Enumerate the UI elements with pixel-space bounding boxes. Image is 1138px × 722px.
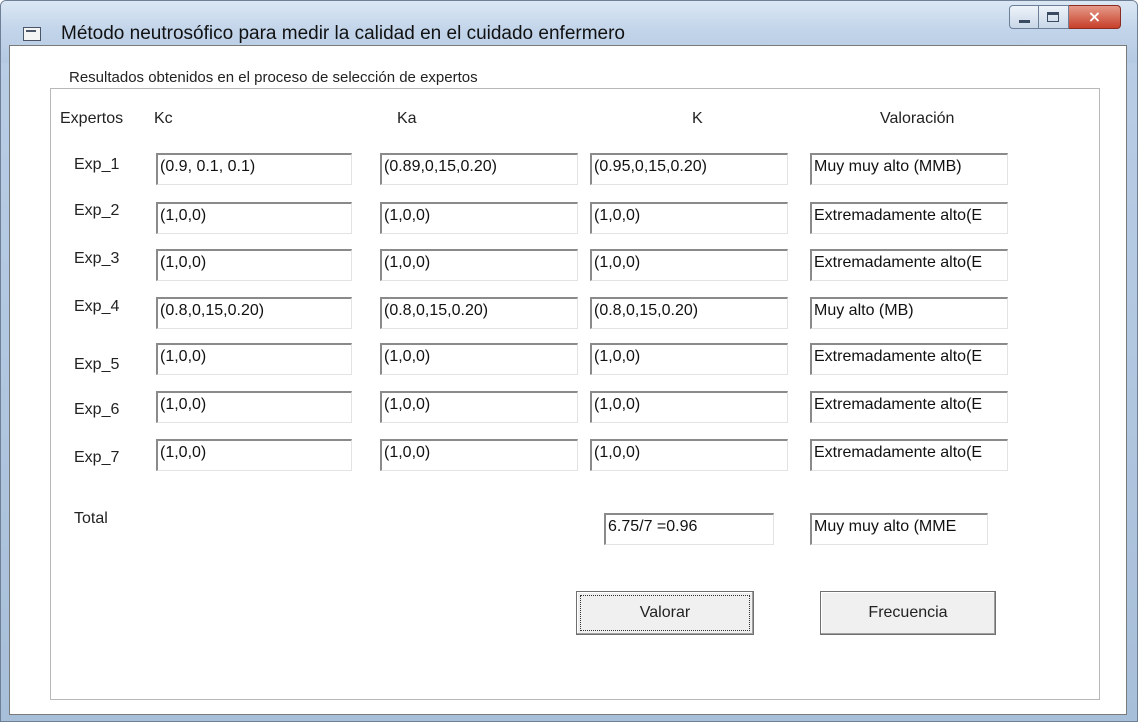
valoracion-field[interactable]: Extremadamente alto(E (810, 249, 1008, 281)
expert-label: Exp_4 (74, 298, 120, 315)
ka-field[interactable]: (0.8,0,15,0.20) (380, 297, 578, 329)
valorar-button[interactable]: Valorar (576, 591, 754, 635)
kc-field[interactable]: (1,0,0) (156, 249, 352, 281)
kc-field[interactable]: (0.8,0,15,0.20) (156, 297, 352, 329)
valoracion-field[interactable]: Extremadamente alto(E (810, 343, 1008, 375)
groupbox-label: Resultados obtenidos en el proceso de se… (66, 69, 481, 86)
expert-label: Exp_3 (74, 250, 120, 267)
k-field[interactable]: (1,0,0) (590, 249, 788, 281)
valoracion-field[interactable]: Muy muy alto (MMB) (810, 153, 1008, 185)
expert-label: Exp_1 (74, 156, 120, 173)
k-field[interactable]: (1,0,0) (590, 202, 788, 234)
kc-field[interactable]: (1,0,0) (156, 343, 352, 375)
form-client-area: Resultados obtenidos en el proceso de se… (9, 45, 1127, 715)
kc-field[interactable]: (1,0,0) (156, 391, 352, 423)
expert-label: Exp_6 (74, 401, 120, 418)
close-button[interactable]: × (1069, 5, 1121, 29)
valoracion-field[interactable]: Extremadamente alto(E (810, 391, 1008, 423)
frecuencia-button[interactable]: Frecuencia (820, 591, 996, 635)
header-valoracion: Valoración (880, 110, 955, 127)
kc-field[interactable]: (0.9, 0.1, 0.1) (156, 153, 352, 185)
ka-field[interactable]: (1,0,0) (380, 391, 578, 423)
valoracion-field[interactable]: Extremadamente alto(E (810, 439, 1008, 471)
kc-field[interactable]: (1,0,0) (156, 439, 352, 471)
kc-field[interactable]: (1,0,0) (156, 202, 352, 234)
minimize-icon (1019, 20, 1030, 23)
expert-label: Exp_7 (74, 449, 120, 466)
expert-label: Exp_5 (74, 356, 120, 373)
header-ka: Ka (397, 110, 417, 127)
total-k-field[interactable]: 6.75/7 =0.96 (604, 513, 774, 545)
ka-field[interactable]: (0.89,0,15,0.20) (380, 153, 578, 185)
app-window: Método neutrosófico para medir la calida… (0, 0, 1138, 722)
k-field[interactable]: (0.95,0,15,0.20) (590, 153, 788, 185)
valoracion-field[interactable]: Extremadamente alto(E (810, 202, 1008, 234)
window-app-icon[interactable] (23, 27, 41, 41)
k-field[interactable]: (0.8,0,15,0.20) (590, 297, 788, 329)
k-field[interactable]: (1,0,0) (590, 343, 788, 375)
total-label: Total (74, 510, 108, 527)
minimize-button[interactable] (1009, 5, 1039, 29)
k-field[interactable]: (1,0,0) (590, 439, 788, 471)
window-title: Método neutrosófico para medir la calida… (61, 23, 625, 44)
k-field[interactable]: (1,0,0) (590, 391, 788, 423)
ka-field[interactable]: (1,0,0) (380, 249, 578, 281)
header-k: K (692, 110, 703, 127)
caption-buttons: × (1009, 5, 1121, 31)
valoracion-field[interactable]: Muy alto (MB) (810, 297, 1008, 329)
header-expertos: Expertos (60, 110, 124, 127)
total-valoracion-field[interactable]: Muy muy alto (MME (810, 513, 988, 545)
expert-label: Exp_2 (74, 202, 120, 219)
close-icon: × (1087, 7, 1102, 26)
ka-field[interactable]: (1,0,0) (380, 202, 578, 234)
ka-field[interactable]: (1,0,0) (380, 343, 578, 375)
header-kc: Kc (154, 110, 173, 127)
maximize-icon (1047, 12, 1059, 22)
ka-field[interactable]: (1,0,0) (380, 439, 578, 471)
maximize-button[interactable] (1039, 5, 1069, 29)
